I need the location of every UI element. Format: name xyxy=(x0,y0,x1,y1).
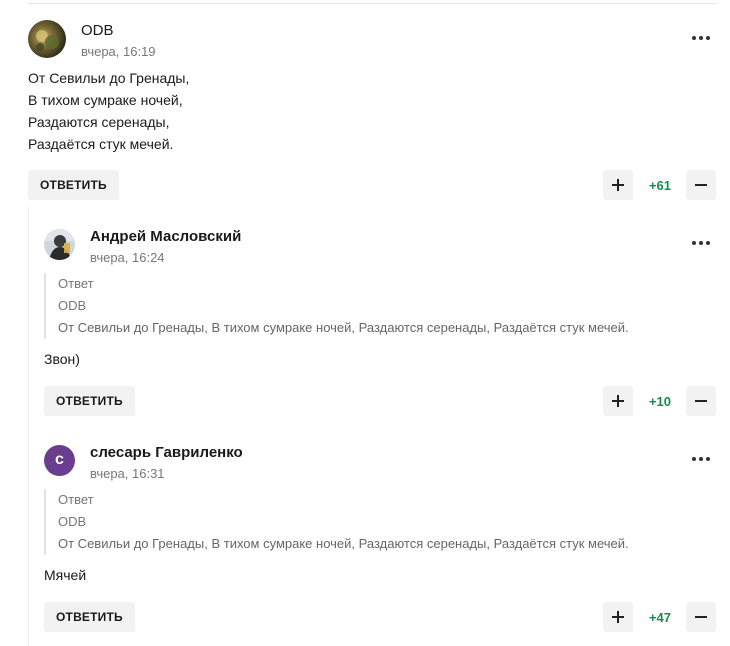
upvote-button[interactable] xyxy=(603,386,633,416)
quote-text: От Севильи до Гренады, В тихом сумраке н… xyxy=(58,320,629,335)
reply-button[interactable]: ОТВЕТИТЬ xyxy=(44,602,135,632)
comments-page: ODB вчера, 16:19 От Севильи до Гренады, … xyxy=(0,0,730,646)
plus-icon xyxy=(612,611,624,623)
author-name[interactable]: ODB xyxy=(81,22,114,39)
more-icon xyxy=(692,241,696,245)
comment-line: Раздаются серенады, xyxy=(28,114,170,130)
plus-icon xyxy=(612,179,624,191)
comment-body: От Севильи до Гренады, В тихом сумраке н… xyxy=(28,67,189,155)
avatar[interactable]: с xyxy=(44,445,75,476)
author-name[interactable]: Андрей Масловский xyxy=(90,228,241,245)
thread-line xyxy=(28,207,29,646)
more-menu-button[interactable] xyxy=(686,449,716,469)
quote-label: Ответ xyxy=(58,276,94,291)
minus-icon xyxy=(695,184,707,186)
downvote-button[interactable] xyxy=(686,170,716,200)
comment-body: Мячей xyxy=(44,567,87,583)
downvote-button[interactable] xyxy=(686,602,716,632)
reply-button[interactable]: ОТВЕТИТЬ xyxy=(28,170,119,200)
score-value: +61 xyxy=(648,178,672,193)
score-value: +10 xyxy=(648,394,672,409)
quote-text: От Севильи до Гренады, В тихом сумраке н… xyxy=(58,536,629,551)
comment-body: Звон) xyxy=(44,351,80,367)
more-icon xyxy=(692,457,696,461)
comment-time: вчера, 16:19 xyxy=(81,44,156,59)
comment-line: В тихом сумраке ночей, xyxy=(28,92,183,108)
more-icon xyxy=(692,36,696,40)
author-name[interactable]: слесарь Гавриленко xyxy=(90,444,243,461)
more-menu-button[interactable] xyxy=(686,28,716,48)
divider xyxy=(28,3,717,4)
comment-time: вчера, 16:24 xyxy=(90,250,165,265)
plus-icon xyxy=(612,395,624,407)
quote-author: ODB xyxy=(58,298,87,313)
minus-icon xyxy=(695,616,707,618)
reply-button[interactable]: ОТВЕТИТЬ xyxy=(44,386,135,416)
comment-line: От Севильи до Гренады, xyxy=(28,70,190,86)
quote-label: Ответ xyxy=(58,492,94,507)
more-menu-button[interactable] xyxy=(686,233,716,253)
quoted-reply[interactable]: Ответ ODB От Севильи до Гренады, В тихом… xyxy=(44,489,664,555)
avatar[interactable] xyxy=(44,229,75,260)
minus-icon xyxy=(695,400,707,402)
upvote-button[interactable] xyxy=(603,170,633,200)
upvote-button[interactable] xyxy=(603,602,633,632)
avatar-letter: с xyxy=(55,450,64,468)
avatar-image-icon xyxy=(28,20,66,58)
quote-author: ODB xyxy=(58,514,87,529)
score-value: +47 xyxy=(648,610,672,625)
downvote-button[interactable] xyxy=(686,386,716,416)
comment-time: вчера, 16:31 xyxy=(90,466,165,481)
comment-line: Раздаётся стук мечей. xyxy=(28,136,174,152)
avatar-image-icon xyxy=(44,229,75,260)
avatar[interactable] xyxy=(28,20,66,58)
quoted-reply[interactable]: Ответ ODB От Севильи до Гренады, В тихом… xyxy=(44,273,664,339)
